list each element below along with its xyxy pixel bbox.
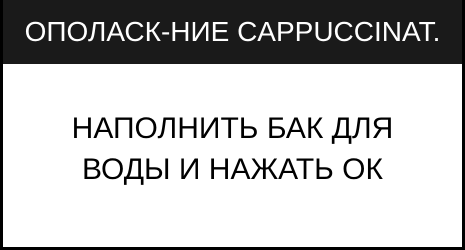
instruction-line-1: НАПОЛНИТЬ БАК ДЛЯ — [71, 112, 394, 145]
title-bar: ОПОЛАСК-НИЕ CAPPUCCINAT. — [3, 0, 462, 64]
instruction-line-2: ВОДЫ И НАЖАТЬ ОК — [82, 153, 383, 186]
instruction-message: НАПОЛНИТЬ БАК ДЛЯ ВОДЫ И НАЖАТЬ ОК — [3, 108, 462, 190]
screen-title: ОПОЛАСК-НИЕ CAPPUCCINAT. — [24, 16, 441, 47]
display-screen: ОПОЛАСК-НИЕ CAPPUCCINAT. НАПОЛНИТЬ БАК Д… — [0, 0, 465, 250]
